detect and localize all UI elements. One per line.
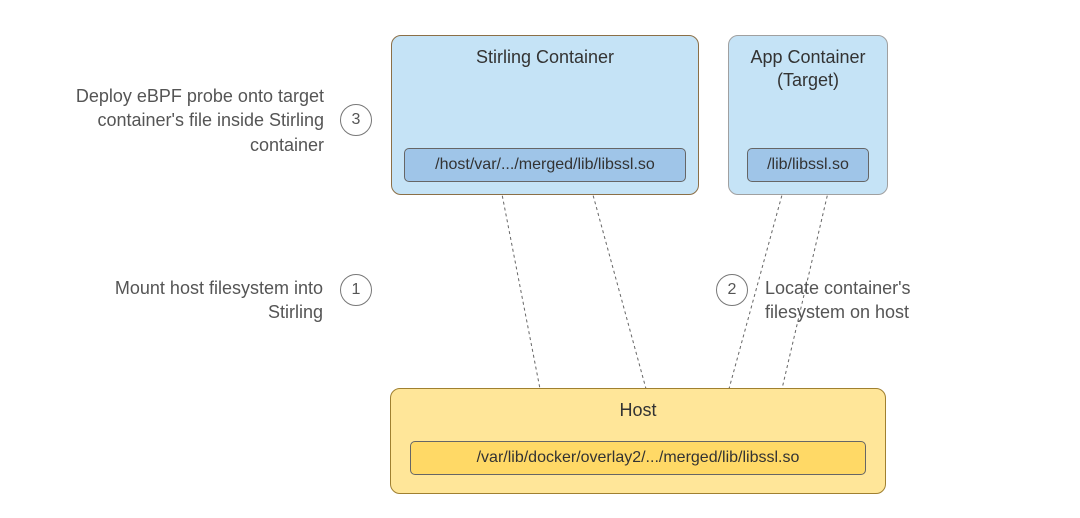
app-title-line1: App Container xyxy=(750,47,865,67)
host-title: Host xyxy=(391,389,885,422)
stirling-path: /host/var/.../merged/lib/libssl.so xyxy=(404,148,686,182)
app-title-line2: (Target) xyxy=(777,70,839,90)
step-3-number: 3 xyxy=(340,104,372,136)
app-path: /lib/libssl.so xyxy=(747,148,869,182)
host-path: /var/lib/docker/overlay2/.../merged/lib/… xyxy=(410,441,866,475)
step-3-label: Deploy eBPF probe onto target container'… xyxy=(64,84,324,157)
step-1-number: 1 xyxy=(340,274,372,306)
app-title: App Container (Target) xyxy=(729,36,887,93)
stirling-title: Stirling Container xyxy=(392,36,698,69)
step-2-label: Locate container's filesystem on host xyxy=(765,276,945,325)
step-1-label: Mount host filesystem into Stirling xyxy=(108,276,323,325)
step-2-number: 2 xyxy=(716,274,748,306)
